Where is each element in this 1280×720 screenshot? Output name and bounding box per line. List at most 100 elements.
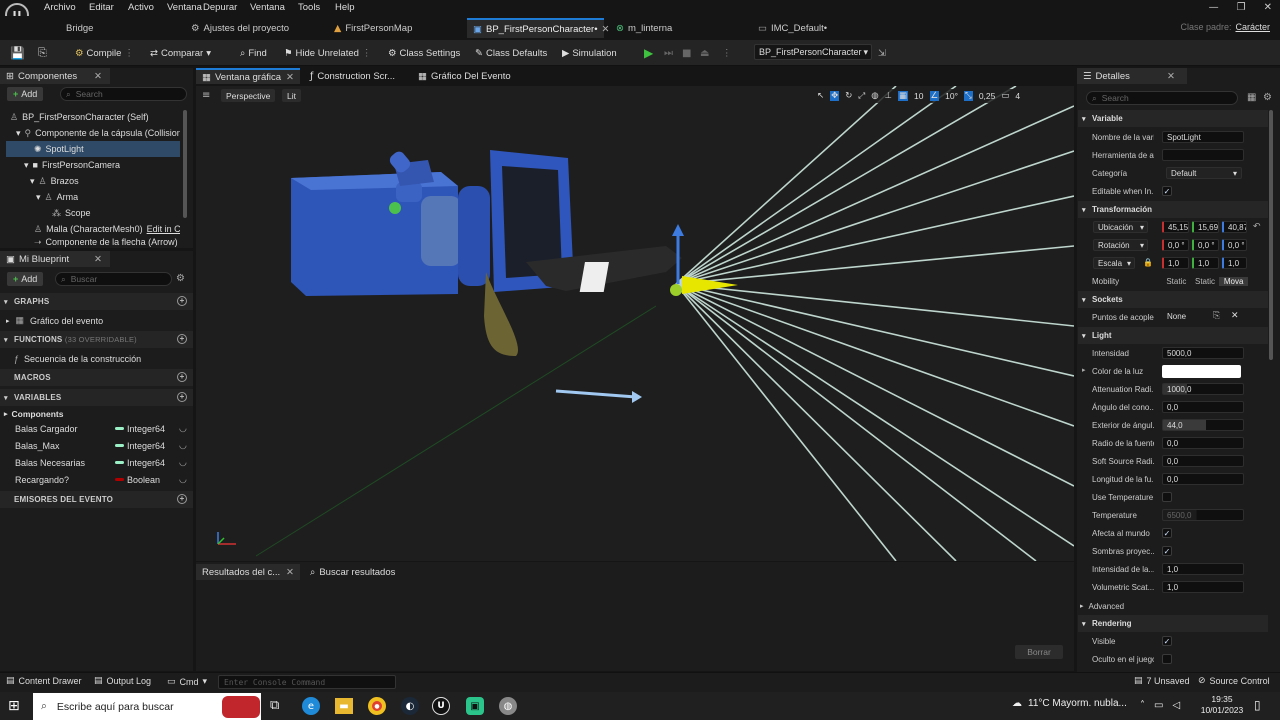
- rotation-mode-select[interactable]: Rotación ▾: [1093, 239, 1148, 251]
- compile-button[interactable]: ⚙ Compile ⋮: [75, 46, 134, 60]
- menu-ventana-2[interactable]: Ventana: [250, 2, 285, 13]
- menu-editar[interactable]: Editar: [89, 2, 114, 13]
- mobility-static[interactable]: Static: [1162, 277, 1191, 286]
- mobility-movable[interactable]: Mova: [1219, 276, 1249, 286]
- clear-button[interactable]: Borrar: [1015, 645, 1063, 659]
- eye-icon[interactable]: ◡: [179, 423, 187, 434]
- source-control-button[interactable]: ⊘ Source Control: [1198, 676, 1270, 686]
- blueprint-search-input[interactable]: ⌕ Buscar: [55, 272, 172, 286]
- close-icon[interactable]: ✕: [1264, 2, 1272, 13]
- unreal-taskbar-icon[interactable]: U: [432, 697, 450, 715]
- affects-world-checkbox[interactable]: ✓: [1162, 528, 1172, 538]
- close-tab-icon[interactable]: ✕: [94, 254, 102, 265]
- scale-snap-icon[interactable]: ⤡: [964, 91, 973, 101]
- tree-item-brazos[interactable]: ▾ ♙ Brazos: [30, 173, 79, 189]
- soft-source-input[interactable]: 0,0: [1162, 455, 1244, 467]
- app-globe-icon[interactable]: ◍: [499, 697, 517, 715]
- surface-snap-icon[interactable]: ⊥: [885, 91, 892, 101]
- edit-in-cpp-link[interactable]: Edit in C+: [147, 224, 180, 234]
- menu-ventana[interactable]: Ventana: [167, 2, 202, 13]
- scale-snap-value[interactable]: 0,25: [979, 91, 996, 101]
- gizmo-origin[interactable]: [670, 284, 682, 296]
- use-temperature-checkbox[interactable]: [1162, 492, 1172, 502]
- add-component-button[interactable]: + Add: [7, 87, 44, 101]
- gear-icon[interactable]: ⚙: [176, 273, 185, 284]
- cast-shadows-checkbox[interactable]: ✓: [1162, 546, 1172, 556]
- tooltip-input[interactable]: [1162, 149, 1244, 161]
- hamburger-menu-icon[interactable]: ≡: [202, 90, 210, 101]
- tree-item-spotlight[interactable]: ✺ SpotLight: [6, 141, 180, 157]
- camera-speed-icon[interactable]: ▭: [1001, 91, 1009, 101]
- hidden-in-game-checkbox[interactable]: [1162, 654, 1172, 664]
- temperature-input[interactable]: 6500,0: [1162, 509, 1244, 521]
- class-defaults-button[interactable]: ✎ Class Defaults: [475, 46, 547, 60]
- hide-unrelated-button[interactable]: ⚑ Hide Unrelated ⋮: [284, 46, 371, 60]
- app-green-icon[interactable]: ▣: [466, 697, 484, 715]
- socket-browse-icon[interactable]: ⎘: [1213, 311, 1220, 321]
- class-settings-button[interactable]: ⚙ Class Settings: [388, 46, 460, 60]
- section-graphs[interactable]: ▾ GRAPHS +: [0, 293, 193, 310]
- var-name-input[interactable]: SpotLight: [1162, 131, 1244, 143]
- eject-icon[interactable]: ⏏: [700, 46, 709, 60]
- world-icon[interactable]: ◍: [871, 91, 878, 101]
- menu-activo[interactable]: Activo: [128, 2, 154, 13]
- output-log-button[interactable]: ▤ Output Log: [94, 676, 151, 686]
- lit-button[interactable]: Lit: [282, 89, 301, 102]
- close-tab-icon[interactable]: ✕: [286, 567, 294, 578]
- rotate-icon[interactable]: ↻: [845, 91, 852, 101]
- eye-icon[interactable]: ◡: [179, 440, 187, 451]
- scale-z-input[interactable]: 1,0: [1222, 257, 1247, 269]
- eye-icon[interactable]: ◡: [179, 457, 187, 468]
- rotation-y-input[interactable]: 0,0 °: [1192, 239, 1219, 251]
- tab-linterna[interactable]: ⊗ m_linterna: [610, 18, 678, 38]
- variable-row[interactable]: Recargando? Boolean ◡: [0, 471, 193, 488]
- debug-filter-icon[interactable]: ⇲: [878, 46, 886, 60]
- tab-compiler-results[interactable]: Resultados del c... ✕: [196, 564, 300, 580]
- tree-item-mesh[interactable]: ♙Malla (CharacterMesh0) Edit in C+: [34, 221, 180, 237]
- location-y-input[interactable]: 15,69: [1192, 221, 1219, 233]
- gear-icon[interactable]: ⚙: [1263, 92, 1272, 103]
- components-search-input[interactable]: ⌕ Search: [60, 87, 187, 101]
- function-item-construction[interactable]: ƒ Secuencia de la construcción: [0, 350, 193, 367]
- select-icon[interactable]: ↖: [817, 91, 824, 101]
- chevron-right-icon[interactable]: ▸: [1082, 366, 1086, 374]
- notification-icon[interactable]: ▯: [1254, 698, 1261, 712]
- rotation-z-input[interactable]: 0,0 °: [1222, 239, 1247, 251]
- section-sockets[interactable]: ▾ Sockets: [1078, 291, 1268, 308]
- weather-widget[interactable]: ☁ 11°C Mayorm. nubla...: [1012, 698, 1127, 709]
- grid-snap-value[interactable]: 10: [914, 91, 923, 101]
- tree-item-arrow[interactable]: ➝ Componente de la flecha (Arrow): [34, 237, 180, 247]
- advanced-toggle[interactable]: ▸ Advanced: [1080, 598, 1124, 614]
- rotation-snap-icon[interactable]: ∠: [929, 91, 940, 101]
- tab-bridge[interactable]: Bridge: [60, 18, 99, 38]
- lock-icon[interactable]: 🔒: [1143, 258, 1153, 267]
- attenuation-input[interactable]: 1000,0: [1162, 383, 1244, 395]
- gizmo-z-arrow[interactable]: [672, 224, 684, 236]
- compare-button[interactable]: ⇄ Comparar ▾: [150, 46, 211, 60]
- scale-x-input[interactable]: 1,0: [1162, 257, 1189, 269]
- section-functions[interactable]: ▾ FUNCTIONS (33 OVERRIDABLE) +: [0, 331, 193, 348]
- tab-imc[interactable]: ▭ IMC_Default•: [752, 18, 833, 38]
- scale-icon[interactable]: ⤢: [858, 91, 865, 101]
- tab-details[interactable]: ☰ Detalles ✕: [1077, 68, 1187, 84]
- eye-icon[interactable]: ◡: [179, 474, 187, 485]
- close-tab-icon[interactable]: ✕: [94, 71, 102, 82]
- tab-bp-first-person[interactable]: ▣ BP_FirstPersonCharacter• ✕: [467, 18, 610, 38]
- indirect-intensity-input[interactable]: 1,0: [1162, 563, 1244, 575]
- windows-start-icon[interactable]: ⊞: [8, 698, 20, 714]
- more-icon[interactable]: ⋮: [124, 48, 134, 59]
- details-search-input[interactable]: ⌕ Search: [1086, 91, 1238, 105]
- camera-speed-value[interactable]: 4: [1015, 91, 1020, 101]
- file-explorer-icon[interactable]: ▬: [335, 698, 353, 714]
- console-input[interactable]: Enter Console Command: [218, 675, 396, 689]
- details-scrollbar[interactable]: [1269, 110, 1273, 360]
- tree-item-self[interactable]: ♙ BP_FirstPersonCharacter (Self): [10, 109, 149, 125]
- menu-archivo[interactable]: Archivo: [44, 2, 76, 13]
- tab-ajustes[interactable]: ⚙ Ajustes del proyecto: [185, 18, 295, 38]
- step-icon[interactable]: ⏭: [664, 46, 673, 60]
- variable-row[interactable]: Balas Necesarias Integer64 ◡: [0, 454, 193, 471]
- tree-item-capsule[interactable]: ▾ ⚲ Componente de la cápsula (CollisionC: [16, 125, 180, 141]
- menu-depurar[interactable]: Depurar: [203, 2, 237, 13]
- tab-event-graph[interactable]: ▦ Gráfico Del Evento: [412, 68, 511, 84]
- graph-item-event-graph[interactable]: ▸ ▦ Gráfico del evento: [0, 312, 193, 329]
